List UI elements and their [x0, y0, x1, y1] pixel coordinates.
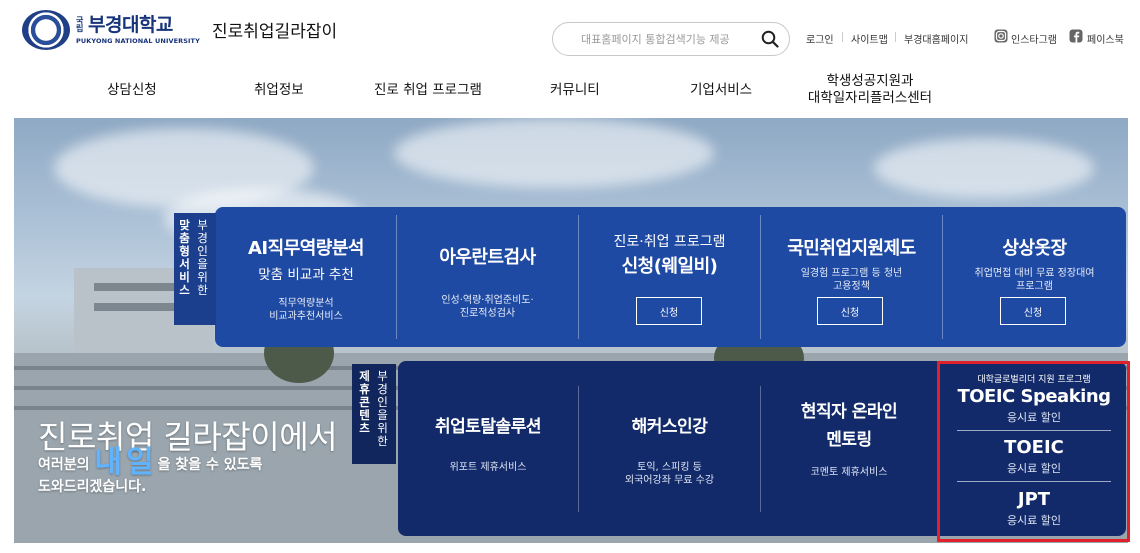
sitemap-link[interactable]: 사이트맵	[851, 31, 888, 46]
hero-sub-prefix: 여러분의	[38, 457, 90, 473]
search-icon[interactable]	[761, 30, 779, 48]
aurant-test-card[interactable]: 아우란트검사 인성·역량·취업준비도· 진로적성검사	[397, 207, 578, 347]
sangsang-closet-desc1: 취업면접 대비 무료 정장대여	[974, 268, 1095, 279]
hackers-lecture-desc2: 외국어강좌 무료 수강	[624, 475, 715, 486]
hackers-lecture-desc1: 토익, 스피킹 등	[637, 462, 702, 473]
hero-sub-suffix: 을 찾을 수 있도록	[157, 457, 263, 473]
ai-competency-title: AI직무역량분석	[248, 238, 365, 259]
login-link[interactable]: 로그인	[806, 31, 834, 46]
logo-national-label: 국립	[76, 16, 84, 34]
national-employment-card[interactable]: 국민취업지원제도 일경험 프로그램 등 청년 고용정책	[761, 207, 942, 347]
career-program-title-top: 진로·취업 프로그램	[613, 234, 726, 250]
logo-university-name: 부경대학교	[88, 13, 173, 36]
job-total-solution-card[interactable]: 취업토탈솔루션 위포트 제휴서비스	[398, 415, 578, 474]
hackers-lecture-card[interactable]: 해커스인강 토익, 스피킹 등 외국어강좌 무료 수강	[579, 415, 760, 487]
national-employment-title: 국민취업지원제도	[787, 238, 916, 259]
aurant-test-desc1: 인성·역량·취업준비도·	[441, 295, 534, 306]
career-program-apply-button[interactable]: 신청	[636, 297, 702, 325]
university-logo[interactable]: 국립 부경대학교 PUKYONG NATIONAL UNIVERSITY	[22, 10, 200, 50]
sangsang-closet-card[interactable]: 상상옷장 취업면접 대비 무료 정장대여 프로그램	[943, 207, 1126, 347]
highlight-box	[937, 361, 1130, 542]
national-employment-desc2: 고용정책	[833, 281, 870, 292]
custom-service-tab-caption: 부경인을위한	[197, 218, 208, 297]
ai-competency-desc2: 비교과추천서비스	[269, 311, 343, 322]
nav-career-program[interactable]: 진로 취업 프로그램	[374, 82, 482, 99]
online-mentoring-desc: 코멘토 제휴서비스	[810, 467, 888, 478]
instagram-link[interactable]: 인스타그램	[1011, 31, 1057, 46]
online-mentoring-title1: 현직자 온라인	[800, 402, 898, 422]
ai-competency-desc1: 직무역량분석	[278, 298, 334, 309]
site-title[interactable]: 진로취업길라잡이	[212, 17, 337, 42]
national-employment-desc1: 일경험 프로그램 등 청년	[800, 268, 903, 279]
nav-corporate-service[interactable]: 기업서비스	[690, 82, 752, 99]
custom-service-tab: 맞춤형서비스 부경인을위한	[174, 213, 216, 325]
sangsang-closet-desc2: 프로그램	[1016, 281, 1053, 292]
facebook-icon[interactable]	[1069, 29, 1083, 43]
online-mentoring-card[interactable]: 현직자 온라인 멘토링 코멘토 제휴서비스	[761, 400, 937, 479]
partner-content-tab-caption: 부경인을위한	[377, 369, 388, 448]
career-program-card[interactable]: 진로·취업 프로그램 신청(웨일비)	[579, 207, 760, 347]
nav-center-line2: 대학일자리플러스센터	[807, 90, 933, 106]
aurant-test-desc2: 진로적성검사	[459, 308, 516, 319]
career-program-title: 신청(웨일비)	[621, 256, 718, 277]
search-input[interactable]	[581, 32, 751, 46]
util-divider	[842, 32, 843, 42]
instagram-icon[interactable]	[994, 29, 1008, 43]
hero-sub-highlight: 내일	[94, 445, 158, 480]
nav-center-line1: 학생성공지원과	[826, 73, 914, 89]
custom-service-tab-label: 맞춤형서비스	[179, 218, 190, 297]
job-total-solution-title: 취업토탈솔루션	[435, 417, 541, 437]
nav-job-info[interactable]: 취업정보	[254, 82, 304, 99]
util-divider	[895, 32, 896, 42]
job-total-solution-desc: 위포트 제휴서비스	[449, 462, 527, 473]
hackers-lecture-title: 해커스인강	[631, 417, 708, 437]
ai-competency-subtitle: 맞춤 비교과 추천	[258, 267, 354, 283]
university-seal-icon	[22, 10, 70, 50]
aurant-test-title: 아우란트검사	[439, 247, 536, 268]
sangsang-closet-apply-button[interactable]: 신청	[1000, 297, 1066, 325]
online-mentoring-title2: 멘토링	[826, 430, 872, 450]
sangsang-closet-title: 상상옷장	[1002, 238, 1067, 259]
partner-content-tab: 제휴콘텐츠 부경인을위한	[352, 364, 396, 464]
nav-center[interactable]: 학생성공지원과 대학일자리플러스센터	[805, 73, 935, 107]
partner-content-tab-label: 제휴콘텐츠	[359, 369, 370, 435]
facebook-link[interactable]: 페이스북	[1087, 31, 1124, 46]
logo-english-name: PUKYONG NATIONAL UNIVERSITY	[76, 36, 200, 45]
nav-counseling[interactable]: 상담신청	[107, 82, 157, 99]
hero-sub-line2: 도와드리겠습니다.	[38, 479, 147, 495]
nav-community[interactable]: 커뮤니티	[550, 82, 600, 99]
search-box[interactable]	[552, 22, 790, 56]
ai-competency-card[interactable]: AI직무역량분석 맞춤 비교과 추천 직무역량분석 비교과추천서비스	[216, 207, 396, 347]
national-employment-apply-button[interactable]: 신청	[817, 297, 883, 325]
hero-subtitle: 여러분의 내일을 찾을 수 있도록 도와드리겠습니다.	[38, 448, 263, 498]
university-homepage-link[interactable]: 부경대홈페이지	[904, 31, 968, 46]
